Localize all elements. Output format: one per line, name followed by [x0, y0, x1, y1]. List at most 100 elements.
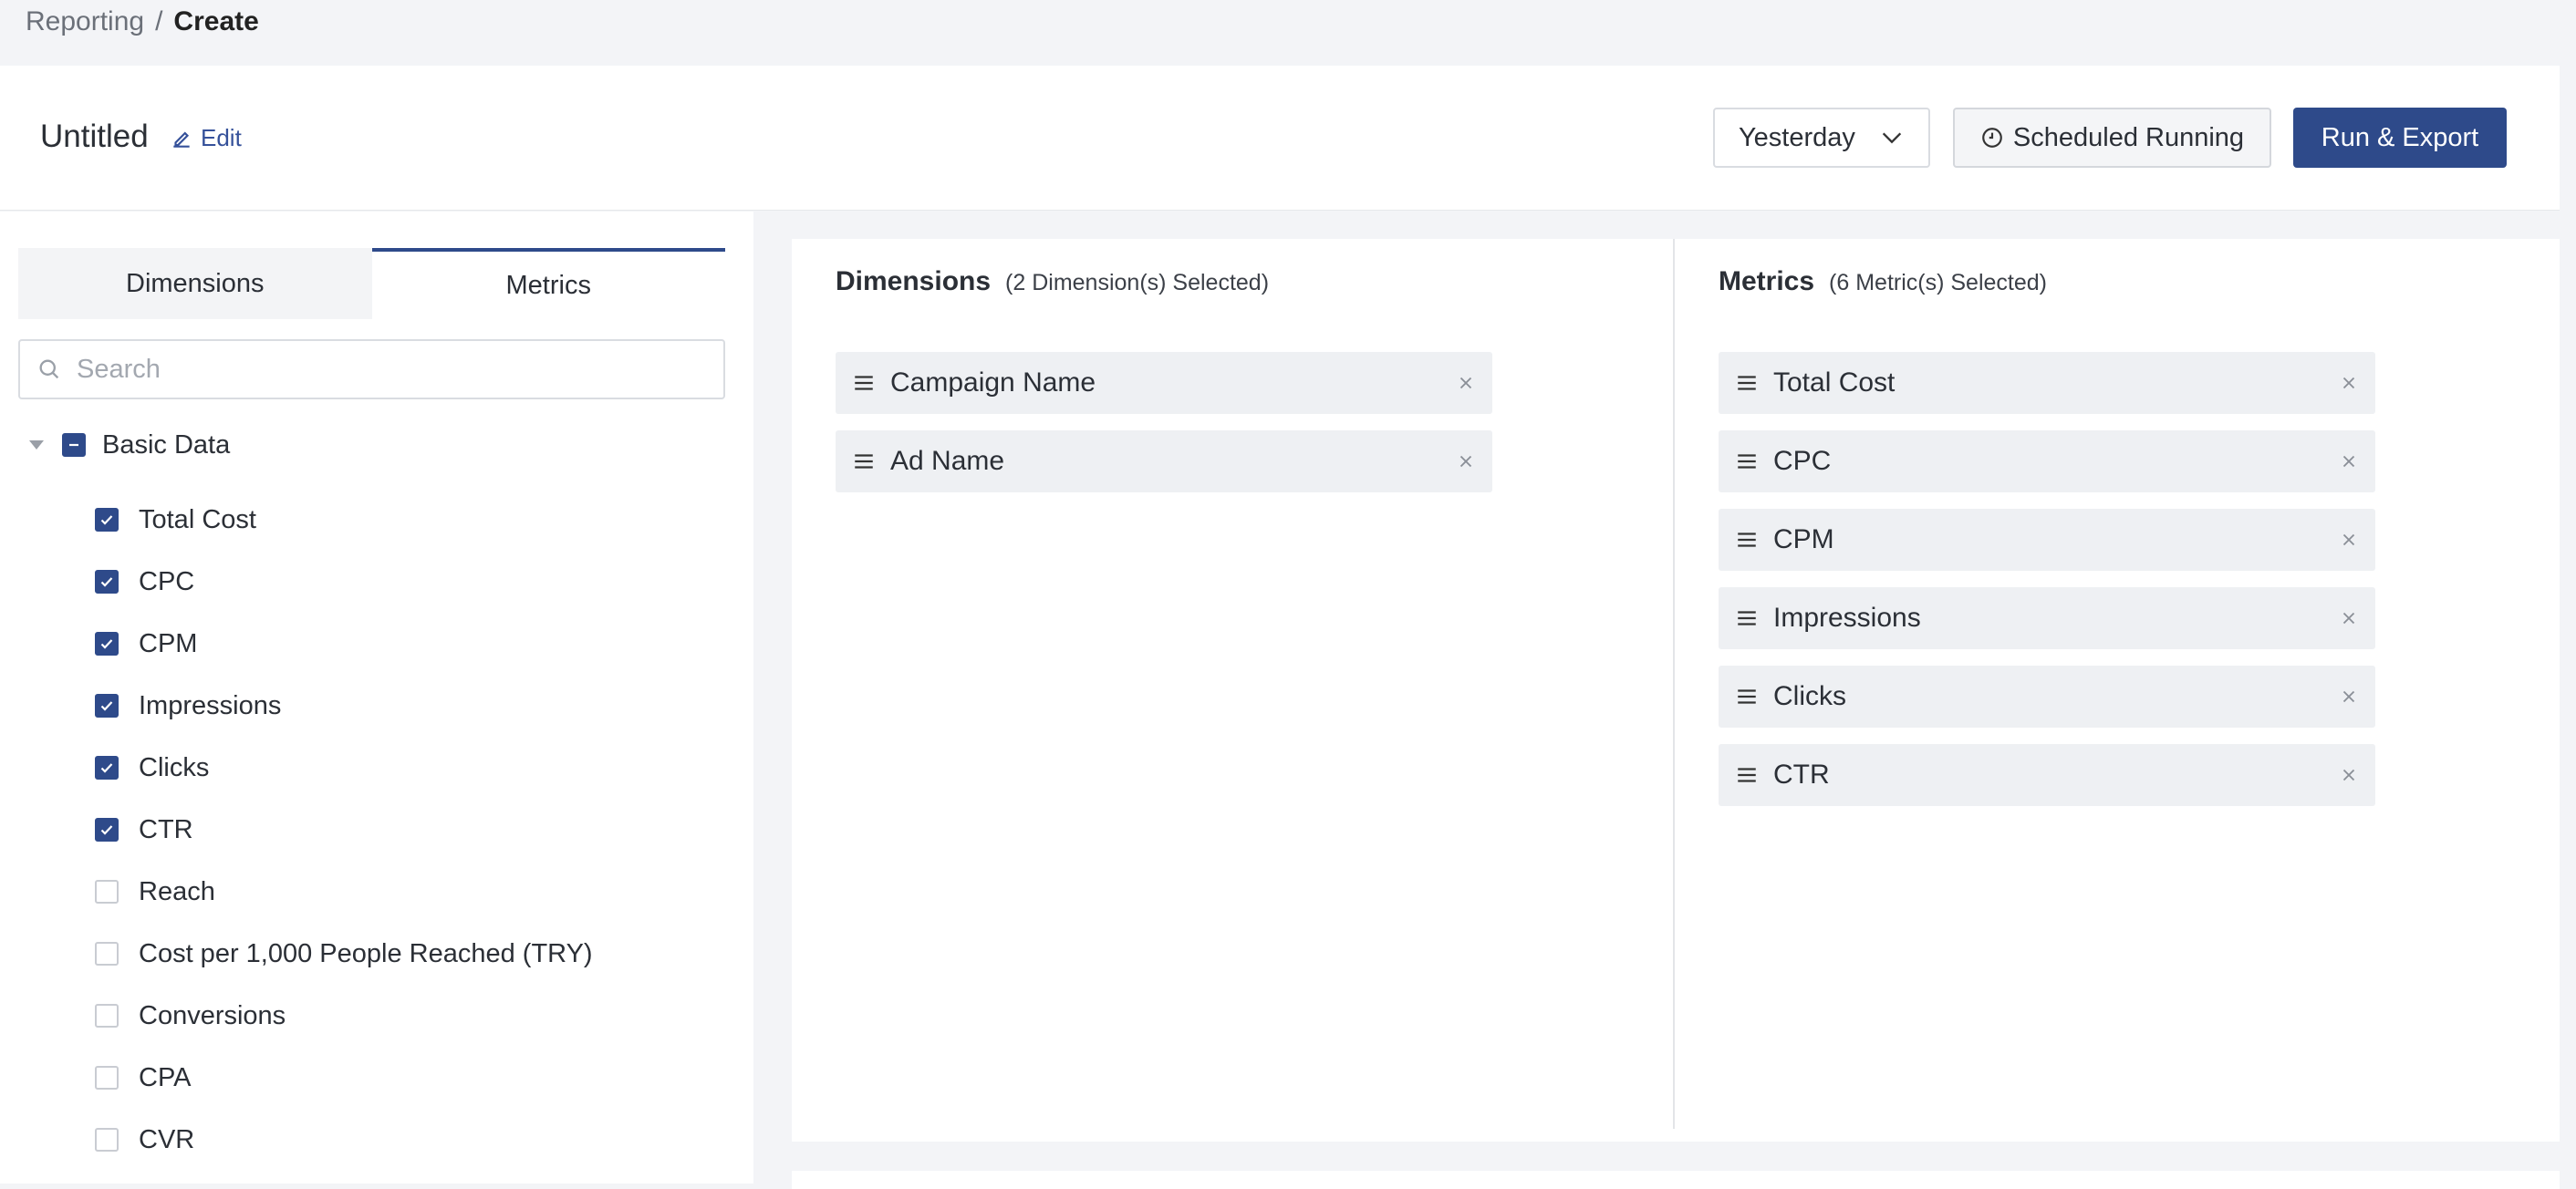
breadcrumb: Reporting / Create [26, 4, 259, 40]
metric-item[interactable]: Cost per 1,000 People Reached (TRY) [95, 923, 593, 985]
metric-label: Clicks [139, 752, 210, 782]
dimensions-count: (2 Dimension(s) Selected) [1005, 270, 1270, 295]
clock-icon [1982, 128, 2002, 148]
selected-metric-chip[interactable]: CPM [1719, 509, 2375, 571]
chip-label: Ad Name [890, 446, 1005, 476]
group-checkbox[interactable] [62, 433, 86, 457]
group-label: Basic Data [102, 429, 231, 460]
selected-metric-chip[interactable]: CPC [1719, 430, 2375, 492]
collapse-caret-icon[interactable] [29, 440, 44, 450]
chip-label: CPM [1773, 524, 1834, 554]
metric-item[interactable]: CVR [95, 1109, 593, 1171]
drag-handle-icon[interactable] [1735, 528, 1759, 552]
chip-label: CPC [1773, 446, 1832, 476]
metric-checkbox[interactable] [95, 632, 119, 656]
scheduled-running-button[interactable]: Scheduled Running [1953, 108, 2271, 168]
search-icon [39, 359, 59, 379]
dimensions-title: Dimensions [836, 266, 992, 296]
tree-group-basic-data: Basic Data [29, 427, 230, 463]
metric-checkbox[interactable] [95, 942, 119, 966]
metric-checkbox[interactable] [95, 1066, 119, 1090]
close-icon[interactable] [2339, 765, 2359, 785]
metric-checkbox[interactable] [95, 1128, 119, 1152]
breadcrumb-separator: / [155, 6, 163, 36]
check-icon [100, 825, 113, 835]
metric-item[interactable]: Total Cost [95, 489, 593, 551]
selected-metric-chip[interactable]: Total Cost [1719, 352, 2375, 414]
metric-item[interactable]: CPM [95, 613, 593, 675]
selected-dimension-chip[interactable]: Campaign Name [836, 352, 1492, 414]
breadcrumb-parent[interactable]: Reporting [26, 6, 144, 37]
close-icon[interactable] [2339, 608, 2359, 628]
date-range-value: Yesterday [1739, 122, 1855, 152]
edit-label: Edit [201, 124, 242, 151]
close-icon[interactable] [2339, 530, 2359, 550]
drag-handle-icon[interactable] [852, 371, 876, 395]
metric-item[interactable]: Conversions [95, 985, 593, 1047]
date-range-select[interactable]: Yesterday [1713, 108, 1930, 168]
breadcrumb-current: Create [173, 6, 259, 36]
chip-label: Clicks [1773, 681, 1846, 711]
metric-label: Reach [139, 876, 215, 906]
selected-metric-chip[interactable]: CTR [1719, 744, 2375, 806]
drag-handle-icon[interactable] [1735, 450, 1759, 473]
metric-item[interactable]: CPA [95, 1047, 593, 1109]
tab-metrics[interactable]: Metrics [371, 248, 725, 319]
report-title: Untitled [40, 119, 149, 154]
metric-item[interactable]: Reach [95, 861, 593, 923]
metric-checkbox[interactable] [95, 570, 119, 594]
close-icon[interactable] [2339, 687, 2359, 707]
drag-handle-icon[interactable] [852, 450, 876, 473]
metric-label: CTR [139, 814, 193, 844]
tab-dimensions[interactable]: Dimensions [18, 248, 372, 319]
run-export-button[interactable]: Run & Export [2293, 108, 2507, 168]
metric-checkbox[interactable] [95, 508, 119, 532]
drag-handle-icon[interactable] [1735, 606, 1759, 630]
metric-item[interactable]: CPC [95, 551, 593, 613]
close-icon[interactable] [2339, 451, 2359, 471]
metric-checkbox[interactable] [95, 694, 119, 718]
check-icon [100, 701, 113, 711]
metric-item[interactable]: Clicks [95, 737, 593, 799]
metrics-heading: Metrics (6 Metric(s) Selected) [1719, 266, 2047, 297]
metric-label: CPC [139, 566, 195, 596]
metric-label: Conversions [139, 1000, 286, 1030]
chevron-down-icon [1882, 132, 1902, 144]
metric-checkbox[interactable] [95, 880, 119, 904]
drag-handle-icon[interactable] [1735, 763, 1759, 787]
edit-title-button[interactable]: Edit [170, 124, 242, 152]
check-icon [100, 515, 113, 525]
preview-panel-edge [792, 1171, 2560, 1189]
metric-checkbox[interactable] [95, 818, 119, 842]
drag-handle-icon[interactable] [1735, 371, 1759, 395]
close-icon[interactable] [1456, 451, 1476, 471]
chip-label: Impressions [1773, 603, 1921, 633]
close-icon[interactable] [2339, 373, 2359, 393]
close-icon[interactable] [1456, 373, 1476, 393]
metric-item[interactable]: Impressions [95, 675, 593, 737]
chip-label: Total Cost [1773, 367, 1896, 398]
metrics-title: Metrics [1719, 266, 1815, 296]
pencil-icon [173, 131, 190, 148]
metric-checkbox[interactable] [95, 1004, 119, 1028]
selected-dimension-chip[interactable]: Ad Name [836, 430, 1492, 492]
metric-label: CPA [139, 1062, 192, 1092]
check-icon [100, 639, 113, 649]
metric-checkbox[interactable] [95, 756, 119, 780]
chip-label: CTR [1773, 760, 1830, 790]
dimensions-heading: Dimensions (2 Dimension(s) Selected) [836, 266, 1269, 297]
search-box [18, 339, 725, 399]
metric-item[interactable]: CTR [95, 799, 593, 861]
search-input[interactable] [75, 353, 699, 386]
report-header: Untitled Edit Yesterday Scheduled Runnin… [0, 66, 2560, 211]
metric-label: Impressions [139, 690, 282, 720]
metric-list: Total Cost CPC CPM Impressions Clicks CT… [95, 489, 593, 1171]
selected-metric-chip[interactable]: Clicks [1719, 666, 2375, 728]
metric-label: Cost per 1,000 People Reached (TRY) [139, 938, 593, 968]
field-tabs: Dimensions Metrics [18, 248, 725, 319]
drag-handle-icon[interactable] [1735, 685, 1759, 708]
metric-label: CPM [139, 628, 198, 658]
selected-metric-chip[interactable]: Impressions [1719, 587, 2375, 649]
minus-icon [69, 443, 78, 447]
selected-fields-panel: Dimensions (2 Dimension(s) Selected) Met… [792, 239, 2560, 1142]
